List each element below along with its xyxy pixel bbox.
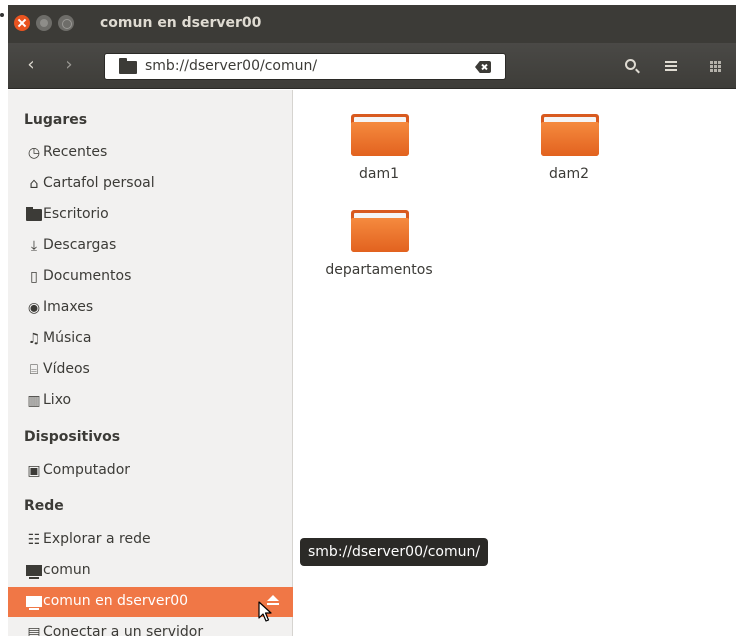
clear-location-icon[interactable] xyxy=(475,61,491,73)
maximize-window-button[interactable] xyxy=(58,15,74,31)
close-window-button[interactable] xyxy=(14,15,30,31)
sidebar-item-label: comun en dserver00 xyxy=(43,593,189,609)
sidebar-item-documentos[interactable]: ▯ Documentos xyxy=(8,262,293,292)
chevron-left-icon: ‹ xyxy=(27,54,35,75)
folder-item-departamentos[interactable]: departamentos xyxy=(304,186,454,278)
music-icon: ♫ xyxy=(27,331,41,347)
sidebar-item-descargas[interactable]: ⤓ Descargas xyxy=(8,231,293,261)
folder-name: departamentos xyxy=(325,262,433,278)
film-icon: ⌸ xyxy=(29,362,39,378)
sidebar-item-label: Computador xyxy=(43,462,131,478)
sidebar-item-conectar-a-un-servidor[interactable]: ▤ Conectar a un servidor xyxy=(8,618,293,636)
folder-name: dam2 xyxy=(548,166,589,182)
sidebar-item-imaxes[interactable]: ◉ Imaxes xyxy=(8,293,293,323)
forward-button[interactable]: › xyxy=(52,51,86,81)
grid-icon xyxy=(710,61,713,64)
mouse-cursor-icon xyxy=(258,601,272,622)
folder-item-dam1[interactable]: dam1 xyxy=(304,90,454,182)
sidebar-item-label: Explorar a rede xyxy=(43,531,151,547)
trash-icon: ▥ xyxy=(27,393,41,409)
clock-icon: ◷ xyxy=(27,145,41,161)
file-manager-window: comun en dserver00 ‹ › smb://dserver00/c… xyxy=(8,5,736,636)
title-bar: comun en dserver00 xyxy=(8,5,736,43)
folder-icon xyxy=(541,114,599,156)
sidebar-item-label: Documentos xyxy=(43,268,132,284)
search-icon xyxy=(625,59,636,70)
toolbar: ‹ › smb://dserver00/comun/ xyxy=(8,43,736,89)
location-bar[interactable]: smb://dserver00/comun/ xyxy=(104,53,506,80)
desktop-folder-icon xyxy=(26,207,42,221)
sidebar-item-comun-en-dserver00[interactable]: comun en dserver00 xyxy=(8,587,293,617)
sidebar-item-label: Descargas xyxy=(43,237,117,253)
sidebar-item-label: comun xyxy=(43,562,91,578)
sidebar-item-explorar-a-rede[interactable]: ☷ Explorar a rede xyxy=(8,525,293,555)
sidebar-item-escritorio[interactable]: Escritorio xyxy=(8,200,293,230)
sidebar-item-recentes[interactable]: ◷ Recentes xyxy=(8,138,293,168)
folder-name: dam1 xyxy=(358,166,399,182)
sidebar-item-label: Escritorio xyxy=(43,206,109,222)
sidebar-item-videos[interactable]: ⌸ Vídeos xyxy=(8,355,293,385)
server-icon: ▤ xyxy=(27,625,41,636)
document-icon: ▯ xyxy=(30,269,38,285)
network-icon: ☷ xyxy=(27,532,41,548)
section-devices: Dispositivos xyxy=(24,429,121,445)
sidebar-item-musica[interactable]: ♫ Música xyxy=(8,324,293,354)
sidebar-item-cartafol-persoal[interactable]: ⌂ Cartafol persoal xyxy=(8,169,293,199)
download-icon: ⤓ xyxy=(30,238,38,254)
sidebar-item-comun[interactable]: comun xyxy=(8,556,293,586)
home-icon: ⌂ xyxy=(29,176,39,192)
sidebar-item-label: Vídeos xyxy=(43,361,90,377)
search-button[interactable] xyxy=(614,51,648,81)
sidebar: Lugares ◷ Recentes ⌂ Cartafol persoal Es… xyxy=(8,90,293,636)
location-tooltip: smb://dserver00/comun/ xyxy=(300,538,489,566)
hamburger-menu-icon xyxy=(665,61,677,63)
sidebar-item-label: Cartafol persoal xyxy=(43,175,155,191)
section-places: Lugares xyxy=(24,112,88,128)
network-share-icon xyxy=(26,596,42,610)
sidebar-item-computador[interactable]: ▣ Computador xyxy=(8,456,293,486)
stray-dot xyxy=(0,13,4,17)
sidebar-item-label: Lixo xyxy=(43,392,72,408)
sidebar-item-lixo[interactable]: ▥ Lixo xyxy=(8,386,293,416)
folder-icon xyxy=(119,58,137,74)
section-network: Rede xyxy=(24,498,64,514)
chevron-right-icon: › xyxy=(65,54,73,75)
folder-icon xyxy=(351,210,409,252)
sidebar-item-label: Recentes xyxy=(43,144,108,160)
grid-view-button[interactable] xyxy=(698,51,732,81)
folder-icon xyxy=(351,114,409,156)
computer-icon: ▣ xyxy=(27,463,41,479)
folder-item-dam2[interactable]: dam2 xyxy=(494,90,644,182)
sidebar-item-label: Conectar a un servidor xyxy=(43,624,204,636)
back-button[interactable]: ‹ xyxy=(14,51,48,81)
sidebar-item-label: Imaxes xyxy=(43,299,94,315)
window-title: comun en dserver00 xyxy=(100,15,262,31)
location-text: smb://dserver00/comun/ xyxy=(145,58,318,74)
list-view-button[interactable] xyxy=(654,51,688,81)
minimize-window-button[interactable] xyxy=(36,15,52,31)
network-share-icon xyxy=(26,565,42,579)
sidebar-item-label: Música xyxy=(43,330,92,346)
camera-icon: ◉ xyxy=(27,300,41,316)
